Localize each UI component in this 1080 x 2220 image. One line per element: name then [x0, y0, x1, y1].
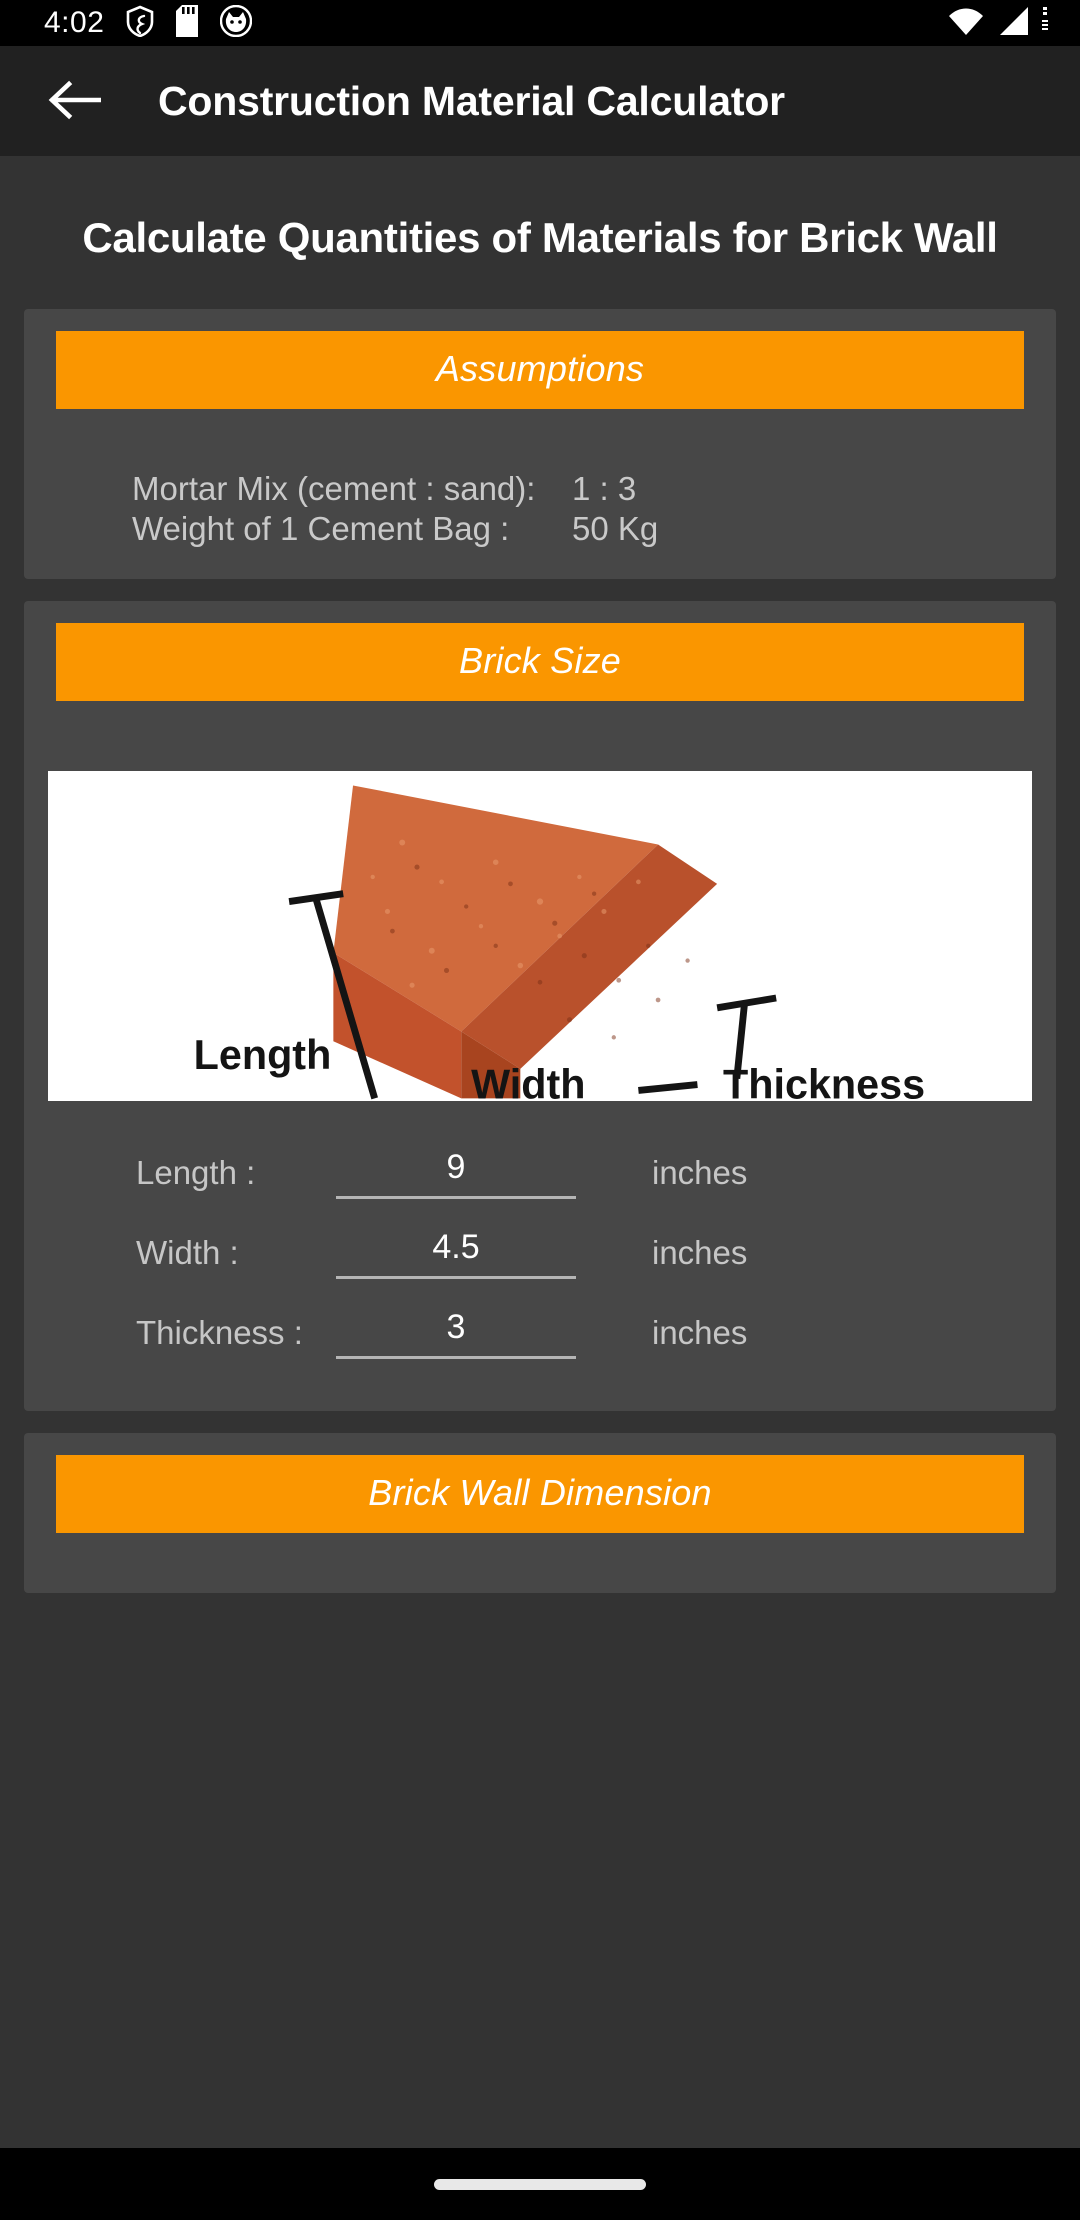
cat-avatar-icon — [220, 4, 253, 42]
back-arrow-icon — [47, 78, 102, 125]
sd-card-icon — [176, 4, 199, 42]
status-bar: 4:02 — [0, 0, 1080, 46]
assumptions-body: Mortar Mix (cement : sand): 1 : 3 Weight… — [24, 409, 1056, 580]
brick-length-label: Length : — [136, 1154, 256, 1192]
brick-wall-dimension-header: Brick Wall Dimension — [56, 1455, 1024, 1534]
assumptions-card: Assumptions Mortar Mix (cement : sand): … — [24, 308, 1056, 580]
shield-icon — [126, 5, 154, 42]
app-bar: Construction Material Calculator — [0, 46, 1080, 156]
navigation-bar — [0, 2148, 1080, 2220]
assumption-label: Mortar Mix (cement : sand): — [132, 469, 536, 507]
brick-width-input[interactable] — [336, 1227, 576, 1279]
status-time: 4:02 — [44, 6, 105, 39]
brick-wall-dimension-body — [24, 1533, 1056, 1593]
page-title: Calculate Quantities of Materials for Br… — [82, 214, 998, 261]
brick-wall-dimension-card: Brick Wall Dimension — [24, 1433, 1056, 1594]
brick-label-length: Length — [194, 1032, 332, 1078]
phone-screen: 4:02 Construction Material Calculator Ca… — [0, 0, 1080, 2220]
brick-thickness-input[interactable] — [336, 1307, 576, 1359]
spacer-heading — [0, 261, 1080, 309]
assumptions-header: Assumptions — [56, 330, 1024, 409]
brick-length-input[interactable] — [336, 1147, 576, 1199]
brick-thickness-row: Thickness : inches — [24, 1293, 1056, 1373]
cellular-signal-icon — [994, 5, 1030, 42]
wifi-icon — [946, 5, 986, 42]
brick-size-card: Brick Size Length Thickness Width Length… — [24, 601, 1056, 1412]
brick-thickness-label: Thickness : — [136, 1314, 303, 1352]
assumption-value: 50 Kg — [572, 509, 659, 547]
brick-length-unit: inches — [652, 1154, 748, 1192]
assumption-row: Mortar Mix (cement : sand): 1 : 3 — [24, 469, 1056, 509]
brick-size-header: Brick Size — [56, 623, 1024, 702]
brick-width-label: Width : — [136, 1234, 239, 1272]
gesture-home-pill[interactable] — [434, 2178, 646, 2190]
assumption-value: 1 : 3 — [572, 469, 637, 507]
status-bar-left: 4:02 — [44, 4, 253, 42]
brick-size-inputs: Length : inches Width : inches Thickness… — [24, 1101, 1056, 1411]
brick-label-thickness: Thickness — [723, 1061, 925, 1101]
brick-label-width: Width — [471, 1061, 585, 1101]
battery-icon — [1038, 5, 1054, 42]
assumption-label: Weight of 1 Cement Bag : — [132, 509, 510, 547]
brick-width-unit: inches — [652, 1234, 748, 1272]
brick-width-row: Width : inches — [24, 1213, 1056, 1293]
scroll-content[interactable]: Calculate Quantities of Materials for Br… — [0, 156, 1080, 2148]
assumption-row: Weight of 1 Cement Bag : 50 Kg — [24, 509, 1056, 549]
status-bar-right — [946, 5, 1054, 42]
brick-thickness-unit: inches — [652, 1314, 748, 1352]
back-button[interactable] — [36, 63, 112, 139]
app-title: Construction Material Calculator — [158, 77, 785, 124]
brick-dimensions-diagram: Length Thickness Width — [48, 771, 1032, 1102]
brick-length-row: Length : inches — [24, 1133, 1056, 1213]
